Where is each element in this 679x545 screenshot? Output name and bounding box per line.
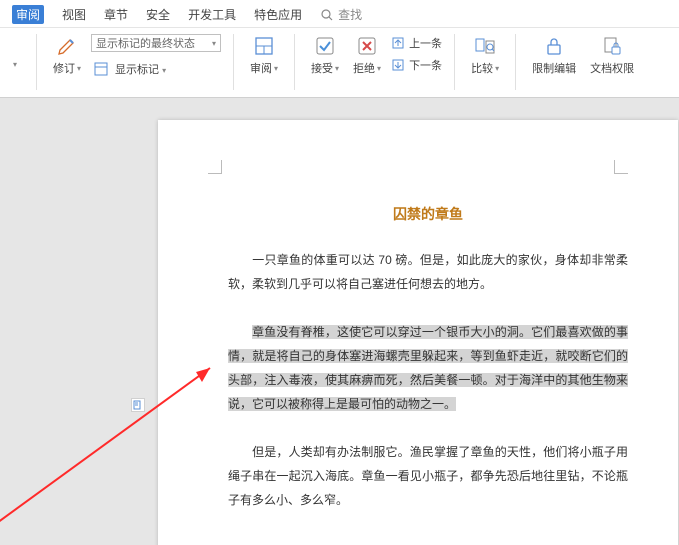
group-revisions: 修订▾ 显示标记的最终状态 ▾ 显示标记 ▾: [41, 32, 229, 95]
menu-security[interactable]: 安全: [146, 6, 170, 23]
menu-bar: 审阅 视图 章节 安全 开发工具 特色应用 查找: [0, 0, 679, 28]
lock-icon: [542, 34, 566, 58]
accept-button[interactable]: 接受▾: [307, 32, 343, 88]
group-clipped: ▾: [6, 32, 32, 95]
compare-icon: [473, 34, 497, 58]
doc-lock-icon: [600, 34, 624, 58]
search-box[interactable]: 查找: [320, 6, 362, 23]
paragraph-1[interactable]: 一只章鱼的体重可以达 70 磅。但是，如此庞大的家伙，身体却非常柔软，柔软到几乎…: [228, 248, 628, 296]
group-protect: 限制编辑 文档权限: [520, 32, 646, 95]
compare-button[interactable]: 比较▾: [467, 32, 503, 88]
prev-change-button[interactable]: 上一条: [391, 34, 442, 52]
reject-button[interactable]: 拒绝▾: [349, 32, 385, 88]
show-marks-button[interactable]: 显示标记 ▾: [115, 61, 166, 77]
page-icon: [133, 400, 143, 410]
restrict-edit-button[interactable]: 限制编辑: [528, 32, 580, 88]
check-icon: [313, 34, 337, 58]
paragraph-marker-button[interactable]: [131, 398, 145, 412]
menu-features[interactable]: 特色应用: [254, 6, 302, 23]
ribbon: ▾ 修订▾ 显示标记的最终状态 ▾ 显示标记 ▾: [0, 28, 679, 98]
prev-icon: [391, 36, 405, 50]
review-pane-icon[interactable]: [91, 60, 111, 78]
group-review-pane: 审阅▾: [238, 32, 290, 95]
menu-dev-tools[interactable]: 开发工具: [188, 6, 236, 23]
menu-chapters[interactable]: 章节: [104, 6, 128, 23]
menu-view[interactable]: 视图: [62, 6, 86, 23]
review-pane-button[interactable]: 审阅▾: [246, 32, 282, 88]
group-compare: 比较▾: [459, 32, 511, 95]
doc-permission-button[interactable]: 文档权限: [586, 32, 638, 88]
search-icon: [320, 8, 334, 22]
separator: [233, 34, 234, 90]
document-page[interactable]: 囚禁的章鱼 一只章鱼的体重可以达 70 磅。但是，如此庞大的家伙，身体却非常柔软…: [158, 120, 678, 545]
menu-review[interactable]: 审阅: [12, 5, 44, 24]
group-changes: 接受▾ 拒绝▾ 上一条 下一条: [299, 32, 450, 95]
revise-button[interactable]: 修订▾: [49, 32, 85, 88]
search-label: 查找: [338, 6, 362, 23]
panel-icon: [252, 34, 276, 58]
pencil-icon: [55, 34, 79, 58]
separator: [515, 34, 516, 90]
document-title[interactable]: 囚禁的章鱼: [228, 204, 628, 224]
document-workspace[interactable]: 囚禁的章鱼 一只章鱼的体重可以达 70 磅。但是，如此庞大的家伙，身体却非常柔软…: [0, 98, 679, 545]
paragraph-2-selected[interactable]: 章鱼没有脊椎，这使它可以穿过一个银币大小的洞。它们最喜欢做的事情，就是将自己的身…: [228, 320, 628, 416]
crop-mark-tl: [208, 160, 222, 174]
cross-icon: [355, 34, 379, 58]
next-icon: [391, 58, 405, 72]
revisions-controls: 显示标记的最终状态 ▾ 显示标记 ▾: [91, 32, 221, 78]
next-change-button[interactable]: 下一条: [391, 56, 442, 74]
clipped-button[interactable]: ▾: [6, 32, 24, 88]
paragraph-3[interactable]: 但是，人类却有办法制服它。渔民掌握了章鱼的天性，他们将小瓶子用绳子串在一起沉入海…: [228, 440, 628, 512]
separator: [454, 34, 455, 90]
prev-next-stack: 上一条 下一条: [391, 32, 442, 74]
crop-mark-tr: [614, 160, 628, 174]
separator: [294, 34, 295, 90]
separator: [36, 34, 37, 90]
display-state-combo[interactable]: 显示标记的最终状态 ▾: [91, 34, 221, 52]
